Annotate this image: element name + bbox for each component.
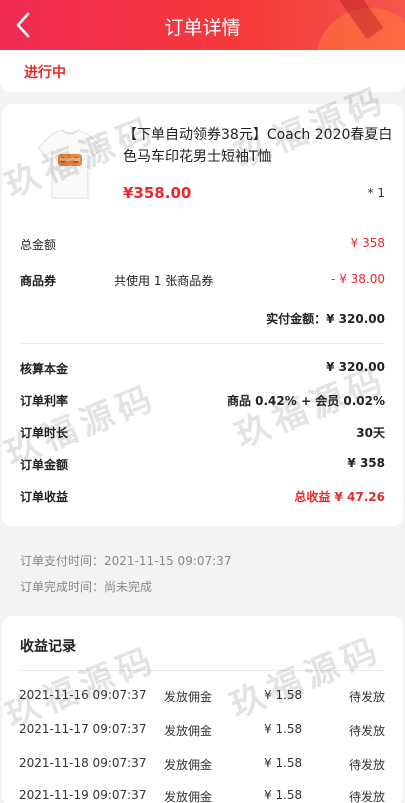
tshirt-icon bbox=[37, 129, 103, 199]
detail-value: 30天 bbox=[356, 426, 385, 440]
coupon-label: 商品券 bbox=[20, 274, 57, 288]
detail-label: 订单收益 bbox=[20, 490, 69, 504]
record-type: 发放佣金 bbox=[164, 690, 213, 704]
divider bbox=[20, 343, 385, 344]
coupon-row: 商品券 共使用 1 张商品券 - ¥ 38.00 bbox=[20, 272, 385, 292]
order-status-text: 进行中 bbox=[24, 65, 66, 81]
record-amount: ¥ 1.58 bbox=[264, 688, 303, 702]
record-status: 待发放 bbox=[348, 724, 385, 738]
record-status: 待发放 bbox=[348, 790, 385, 803]
record-amount: ¥ 1.58 bbox=[264, 756, 303, 770]
income-records-title: 收益记录 bbox=[20, 639, 76, 655]
product-price: ¥358.00 bbox=[123, 184, 192, 202]
record-time: 2021-11-19 09:07:37 bbox=[19, 788, 147, 802]
paid-amount-row: 实付金额：¥ 320.00 bbox=[20, 310, 385, 330]
record-time: 2021-11-18 09:07:37 bbox=[19, 756, 147, 770]
detail-row: 订单金额 ¥ 358 bbox=[20, 456, 385, 476]
record-status: 待发放 bbox=[348, 690, 385, 704]
income-record-row: 2021-11-17 09:07:37 发放佣金 ¥ 1.58 待发放 bbox=[19, 722, 385, 742]
order-times: 订单支付时间：2021-11-15 09:07:37 订单完成时间：尚未完成 bbox=[2, 534, 403, 608]
detail-label: 订单时长 bbox=[20, 426, 69, 440]
record-amount: ¥ 1.58 bbox=[264, 722, 303, 736]
income-record-row: 2021-11-18 09:07:37 发放佣金 ¥ 1.58 待发放 bbox=[19, 756, 385, 776]
total-amount-label: 总金额 bbox=[20, 238, 57, 252]
finish-time: 订单完成时间：尚未完成 bbox=[20, 580, 153, 594]
record-amount: ¥ 1.58 bbox=[264, 788, 303, 802]
detail-row: 核算本金 ¥ 320.00 bbox=[20, 360, 385, 380]
detail-label: 订单金额 bbox=[20, 458, 69, 472]
detail-value: ¥ 320.00 bbox=[326, 360, 385, 374]
income-records-card: 收益记录 2021-11-16 09:07:37 发放佣金 ¥ 1.58 待发放… bbox=[2, 616, 403, 803]
detail-row: 订单收益 总收益 ¥ 47.26 bbox=[20, 488, 385, 508]
detail-row: 订单时长 30天 bbox=[20, 424, 385, 444]
divider bbox=[20, 670, 385, 671]
product-title[interactable]: 【下单自动领券38元】Coach 2020春夏白色马车印花男士短袖T恤 bbox=[123, 124, 393, 168]
product-image[interactable] bbox=[30, 124, 110, 204]
record-type: 发放佣金 bbox=[164, 790, 213, 803]
income-record-row: 2021-11-16 09:07:37 发放佣金 ¥ 1.58 待发放 bbox=[19, 688, 385, 708]
pay-time: 订单支付时间：2021-11-15 09:07:37 bbox=[20, 554, 232, 568]
order-card: 【下单自动领券38元】Coach 2020春夏白色马车印花男士短袖T恤 ¥358… bbox=[2, 104, 403, 526]
product-quantity: * 1 bbox=[367, 186, 385, 200]
total-amount-value: ¥ 358 bbox=[350, 236, 385, 250]
coupon-description: 共使用 1 张商品券 bbox=[114, 274, 214, 288]
total-amount-row: 总金额 ¥ 358 bbox=[20, 236, 385, 256]
page-title: 订单详情 bbox=[164, 17, 241, 39]
detail-label: 核算本金 bbox=[20, 362, 69, 376]
detail-label: 订单利率 bbox=[20, 394, 69, 408]
income-record-row: 2021-11-19 09:07:37 发放佣金 ¥ 1.58 待发放 bbox=[19, 788, 385, 803]
record-type: 发放佣金 bbox=[164, 758, 213, 772]
coupon-value: - ¥ 38.00 bbox=[331, 272, 385, 286]
detail-value: 商品 0.42% + 会员 0.02% bbox=[226, 394, 385, 408]
detail-value: ¥ 358 bbox=[347, 456, 385, 470]
record-time: 2021-11-17 09:07:37 bbox=[19, 722, 147, 736]
app-header: 订单详情 bbox=[0, 0, 405, 50]
record-type: 发放佣金 bbox=[164, 724, 213, 738]
order-status-bar: 进行中 bbox=[0, 50, 405, 92]
paid-amount: 实付金额：¥ 320.00 bbox=[266, 312, 385, 326]
total-income-value: 总收益 ¥ 47.26 bbox=[294, 490, 385, 504]
record-status: 待发放 bbox=[348, 758, 385, 772]
detail-row: 订单利率 商品 0.42% + 会员 0.02% bbox=[20, 392, 385, 412]
record-time: 2021-11-16 09:07:37 bbox=[19, 688, 147, 702]
